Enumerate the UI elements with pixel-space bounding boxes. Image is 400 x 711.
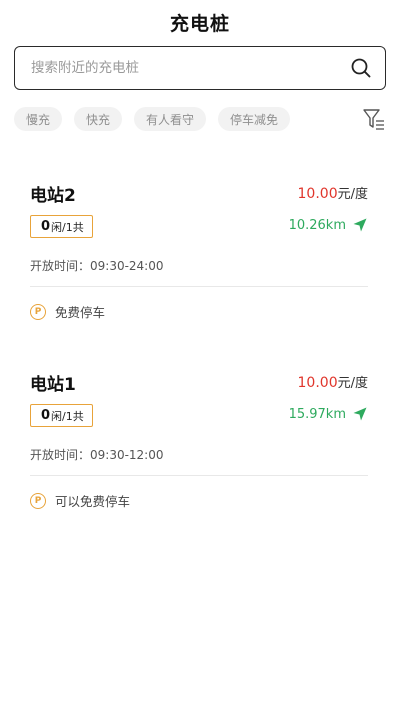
filter-chip-slow[interactable]: 慢充: [14, 107, 63, 131]
free-total: 闲/1共: [51, 220, 84, 234]
divider: [30, 286, 368, 287]
station-name: 电站2: [30, 186, 76, 206]
station-distance[interactable]: 10.26km: [289, 217, 368, 233]
page-title: 充电桩: [169, 12, 230, 35]
divider: [30, 475, 368, 476]
station-price: 10.00元/度: [298, 183, 368, 202]
price-value: 10.00: [297, 186, 338, 202]
filter-chip-fast[interactable]: 快充: [74, 107, 123, 131]
distance-value: 10.26km: [288, 217, 346, 233]
price-unit: 元/度: [337, 187, 368, 202]
search-icon[interactable]: [349, 56, 373, 80]
free-count: 0: [41, 219, 51, 234]
opening-hours: 开放时间：09:30-24:00: [30, 259, 164, 273]
parking-icon: P: [30, 303, 46, 320]
opening-hours: 开放时间：09:30-12:00: [30, 448, 164, 462]
parking-info: P 免费停车: [30, 302, 105, 321]
price-value: 10.00: [297, 375, 338, 391]
parking-info: P 可以免费停车: [30, 491, 130, 510]
filter-chip-parking-discount[interactable]: 停车减免: [218, 107, 291, 131]
availability-badge: 0 闲/1共: [30, 404, 93, 427]
filter-chip-guarded[interactable]: 有人看守: [134, 107, 207, 131]
availability-badge: 0 闲/1共: [30, 215, 93, 238]
search-bar: [0, 44, 400, 90]
station-distance[interactable]: 15.97km: [289, 406, 368, 422]
app-header: 充电桩: [0, 0, 400, 44]
price-unit: 元/度: [337, 376, 368, 391]
station-price: 10.00元/度: [298, 372, 368, 391]
navigation-arrow-icon[interactable]: [352, 217, 368, 233]
distance-value: 15.97km: [288, 406, 346, 422]
station-name: 电站1: [30, 375, 76, 395]
search-box[interactable]: [14, 46, 386, 90]
filter-bar: 慢充 快充 有人看守 停车减免: [0, 107, 400, 131]
free-total: 闲/1共: [51, 409, 84, 423]
parking-text: 可以免费停车: [55, 494, 131, 509]
parking-icon: P: [30, 492, 46, 509]
filter-icon[interactable]: [362, 107, 386, 133]
navigation-arrow-icon[interactable]: [352, 406, 368, 422]
search-input[interactable]: [31, 60, 311, 76]
free-count: 0: [41, 408, 51, 423]
parking-text: 免费停车: [55, 305, 106, 320]
